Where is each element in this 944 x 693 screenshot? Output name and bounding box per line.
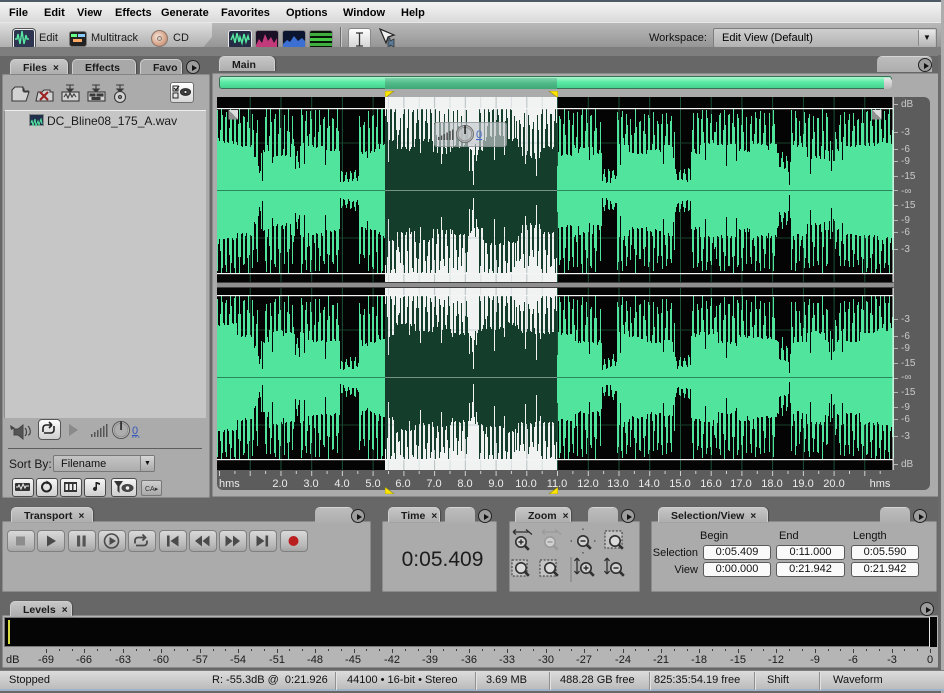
svg-text:0: 0 <box>476 129 482 141</box>
